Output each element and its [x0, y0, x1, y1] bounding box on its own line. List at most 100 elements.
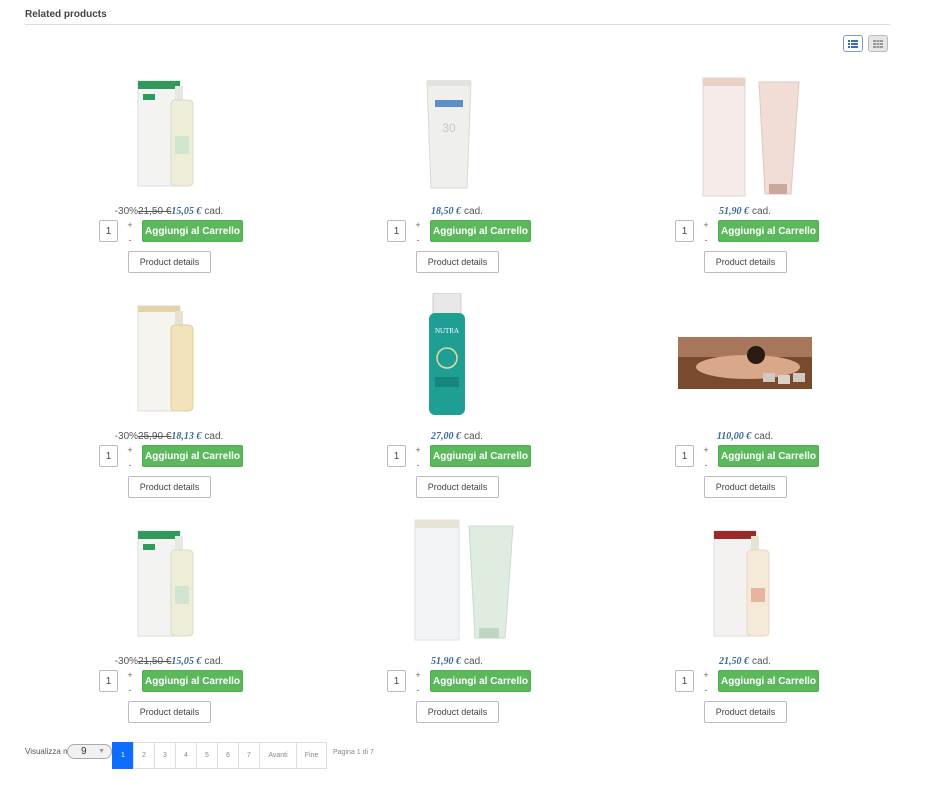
quantity-input[interactable]: 1 [387, 670, 406, 692]
price-unit: cad. [464, 431, 483, 442]
price-line: 51,90 € cad. [313, 656, 601, 667]
product-price: 110,00 € [716, 431, 752, 442]
quantity-input[interactable]: 1 [99, 670, 118, 692]
quantity-input[interactable]: 1 [675, 445, 694, 467]
product-image[interactable]: NUTRA [313, 293, 601, 431]
svg-text:NUTRA: NUTRA [435, 327, 459, 335]
quantity-increment[interactable]: + [702, 670, 710, 680]
pagination: 1 2 3 4 5 6 7 Avanti Fine [112, 742, 327, 769]
quantity-decrement[interactable]: - [126, 235, 134, 245]
page-link-7[interactable]: 7 [238, 742, 260, 769]
discount-badge: -30% [114, 656, 139, 667]
quantity-increment[interactable]: + [702, 445, 710, 455]
discount-badge: -30% [114, 431, 139, 442]
page-link-2[interactable]: 2 [133, 742, 155, 769]
quantity-decrement[interactable]: - [126, 460, 134, 470]
add-to-cart-button[interactable]: Aggiungi al Carrello [718, 670, 819, 692]
product-image[interactable] [25, 518, 313, 656]
price-unit: cad. [204, 656, 224, 667]
quantity-input[interactable]: 1 [675, 670, 694, 692]
add-to-cart-button[interactable]: Aggiungi al Carrello [430, 670, 531, 692]
product-details-button[interactable]: Product details [128, 251, 211, 273]
product-image[interactable] [25, 68, 313, 206]
quantity-increment[interactable]: + [414, 220, 422, 230]
product-card: 51,90 € cad. 1 + - Aggiungi al Carrello Produc… [601, 62, 889, 287]
add-to-cart-button[interactable]: Aggiungi al Carrello [142, 220, 243, 242]
product-image[interactable] [601, 518, 889, 656]
product-card: -30%21,50 €15,05 € cad. 1 + - Aggiungi al Car… [25, 62, 313, 287]
quantity-input[interactable]: 1 [99, 445, 118, 467]
product-price: 15,05 € [171, 206, 202, 217]
quantity-decrement[interactable]: - [414, 460, 422, 470]
product-grid: -30%21,50 €15,05 € cad. 1 + - Aggiungi al Car… [25, 62, 890, 737]
quantity-input[interactable]: 1 [387, 220, 406, 242]
add-to-cart-button[interactable]: Aggiungi al Carrello [718, 220, 819, 242]
quantity-decrement[interactable]: - [126, 685, 134, 695]
product-details-button[interactable]: Product details [416, 701, 499, 723]
grid-view-button[interactable] [868, 35, 888, 52]
last-page-link[interactable]: Fine [296, 742, 327, 769]
product-image[interactable] [25, 293, 313, 431]
quantity-increment[interactable]: + [126, 220, 134, 230]
product-card: -30%25,90 €18,13 € cad. 1 + - Aggiungi al Car… [25, 287, 313, 512]
old-price: 21,50 € [138, 656, 172, 667]
section-title: Related products [25, 9, 107, 20]
price-line: 51,90 € cad. [601, 206, 889, 217]
product-image[interactable]: 30 [313, 68, 601, 206]
product-image[interactable] [601, 68, 889, 206]
price-unit: cad. [752, 656, 771, 667]
page-link-4[interactable]: 4 [175, 742, 197, 769]
add-to-cart-button[interactable]: Aggiungi al Carrello [430, 220, 531, 242]
quantity-increment[interactable]: + [414, 445, 422, 455]
product-details-button[interactable]: Product details [416, 251, 499, 273]
product-card: 51,90 € cad. 1 + - Aggiungi al Carrello Produc… [313, 512, 601, 737]
product-price: 21,50 € [719, 656, 750, 667]
title-divider [25, 24, 890, 25]
product-card: 110,00 € cad. 1 + - Aggiungi al Carrello Produ… [601, 287, 889, 512]
price-unit: cad. [464, 656, 483, 667]
list-view-icon [848, 39, 858, 48]
product-card: 21,50 € cad. 1 + - Aggiungi al Carrello Produc… [601, 512, 889, 737]
add-to-cart-button[interactable]: Aggiungi al Carrello [430, 445, 531, 467]
product-details-button[interactable]: Product details [704, 476, 787, 498]
product-details-button[interactable]: Product details [704, 251, 787, 273]
product-image[interactable] [313, 518, 601, 656]
product-price: 51,90 € [431, 656, 462, 667]
quantity-decrement[interactable]: - [414, 235, 422, 245]
page-link-5[interactable]: 5 [196, 742, 218, 769]
page-link-6[interactable]: 6 [217, 742, 239, 769]
quantity-decrement[interactable]: - [702, 235, 710, 245]
quantity-input[interactable]: 1 [387, 445, 406, 467]
svg-text:30: 30 [442, 121, 456, 135]
next-page-link[interactable]: Avanti [259, 742, 297, 769]
quantity-decrement[interactable]: - [702, 685, 710, 695]
quantity-increment[interactable]: + [126, 670, 134, 680]
product-details-button[interactable]: Product details [128, 701, 211, 723]
quantity-decrement[interactable]: - [702, 460, 710, 470]
product-image[interactable] [601, 293, 889, 431]
discount-badge: -30% [114, 206, 139, 217]
quantity-input[interactable]: 1 [675, 220, 694, 242]
page-link-3[interactable]: 3 [154, 742, 176, 769]
product-price: 15,05 € [171, 656, 202, 667]
quantity-increment[interactable]: + [702, 220, 710, 230]
price-line: 21,50 € cad. [601, 656, 889, 667]
product-details-button[interactable]: Product details [416, 476, 499, 498]
product-details-button[interactable]: Product details [128, 476, 211, 498]
product-details-button[interactable]: Product details [704, 701, 787, 723]
per-page-value: 9 [81, 746, 87, 757]
price-unit: cad. [754, 431, 774, 442]
add-to-cart-button[interactable]: Aggiungi al Carrello [142, 445, 243, 467]
product-card: 30 18,50 € cad. 1 + - Aggiungi al Carrello Pro… [313, 62, 601, 287]
quantity-input[interactable]: 1 [99, 220, 118, 242]
add-to-cart-button[interactable]: Aggiungi al Carrello [142, 670, 243, 692]
product-price: 27,00 € [431, 431, 462, 442]
add-to-cart-button[interactable]: Aggiungi al Carrello [718, 445, 819, 467]
page-link-1[interactable]: 1 [112, 742, 134, 769]
per-page-select[interactable]: 9 ▼ [67, 744, 112, 759]
quantity-decrement[interactable]: - [414, 685, 422, 695]
price-unit: cad. [752, 206, 771, 217]
list-view-button[interactable] [843, 35, 863, 52]
quantity-increment[interactable]: + [126, 445, 134, 455]
quantity-increment[interactable]: + [414, 670, 422, 680]
